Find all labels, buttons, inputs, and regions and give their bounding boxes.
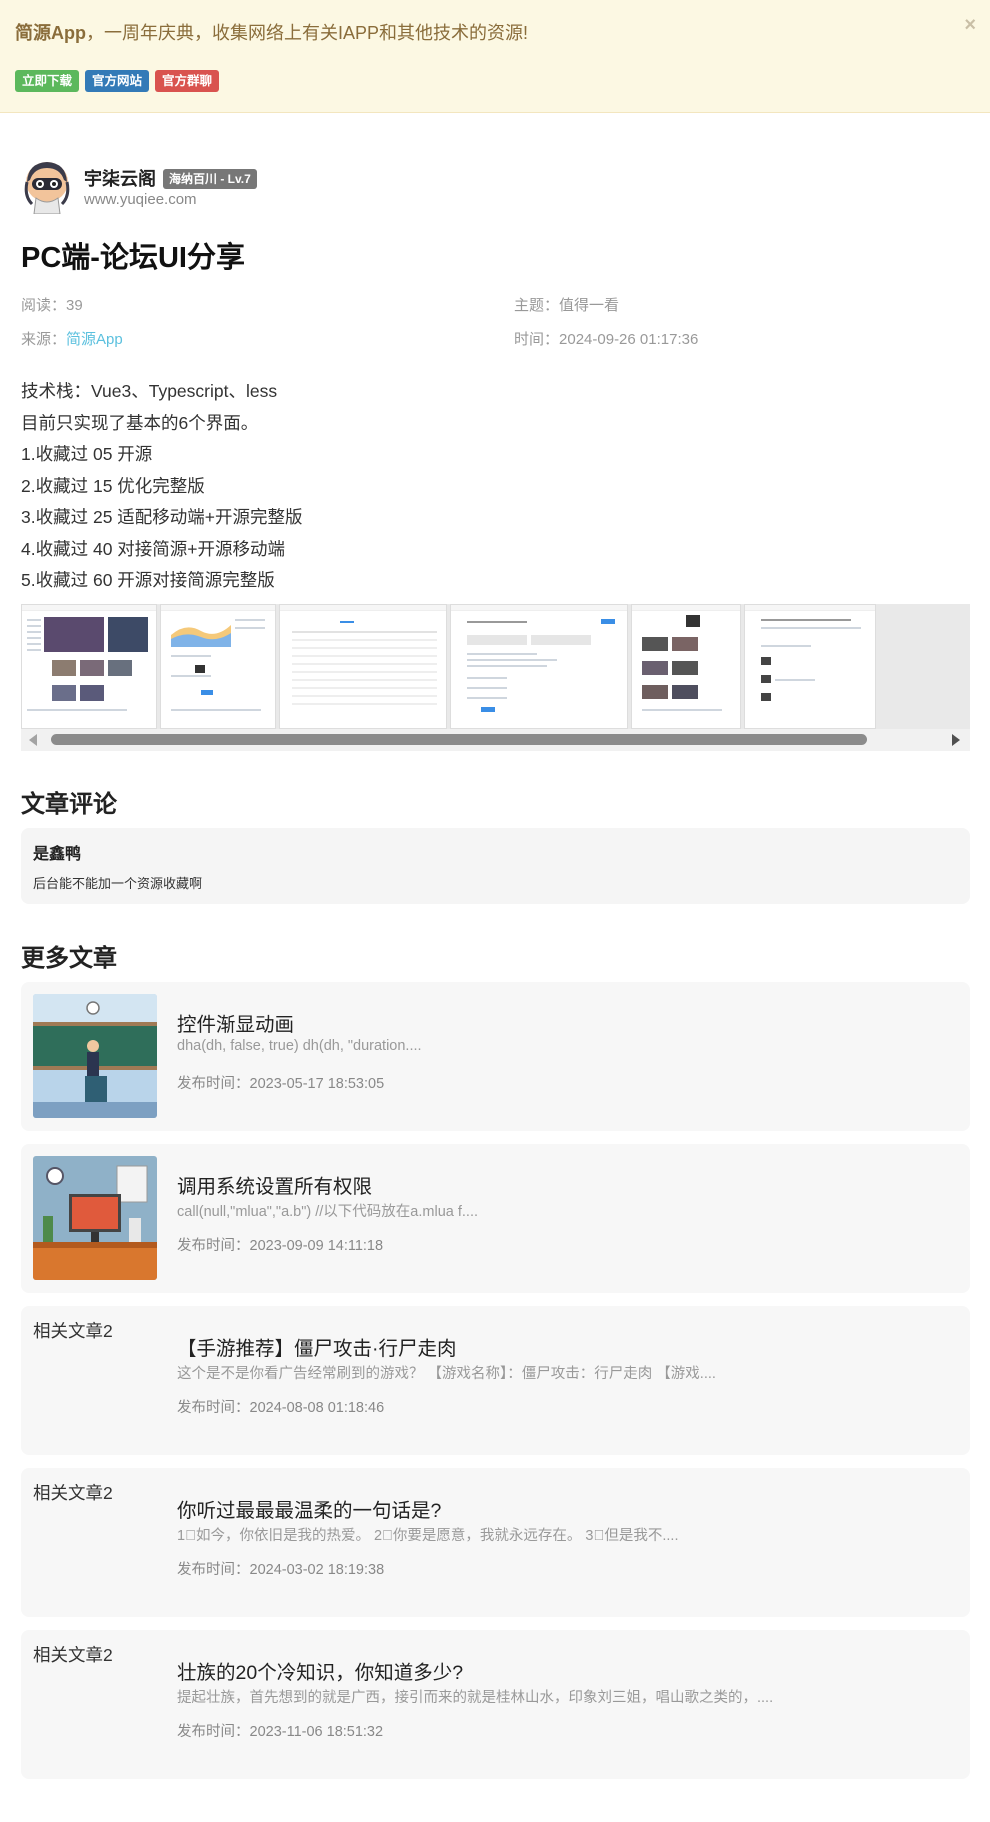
content-line: 2.收藏过 15 优化完整版 <box>21 475 205 496</box>
screenshot-thumbnail[interactable] <box>744 604 876 729</box>
download-button[interactable]: 立即下载 <box>15 70 80 92</box>
article-card-date: 发布时间：2023-05-17 18:53:05 <box>177 1072 384 1093</box>
meta-reads-label: 阅读： <box>21 297 67 314</box>
group-chat-button[interactable]: 官方群聊 <box>155 70 220 92</box>
meta-source-label: 来源： <box>21 331 67 348</box>
article-card-desc: 这个是不是你看广告经常刷到的游戏？ 【游戏名称】：僵尸攻击：行尸走肉 【游戏..… <box>177 1366 716 1382</box>
date-value: 2023-05-17 18:53:05 <box>249 1076 385 1092</box>
meta-reads-value: 39 <box>66 297 83 314</box>
date-value: 2024-03-02 18:19:38 <box>249 1562 385 1578</box>
article-card-desc: 提起壮族，首先想到的就是广西，接引而来的就是桂林山水，印象刘三姐，唱山歌之类的，… <box>177 1690 774 1706</box>
date-label: 发布时间： <box>177 1238 250 1254</box>
date-value: 2024-08-08 01:18:46 <box>249 1400 385 1416</box>
meta-topic-label: 主题： <box>514 297 560 314</box>
author-info: 宇柒云阁 海纳百川 - Lv.7 www.yuqiee.com <box>24 160 424 216</box>
meta-time: 时间：2024-09-26 01:17:36 <box>514 328 698 349</box>
meta-topic: 主题：值得一看 <box>514 294 619 315</box>
article-thumbnail[interactable] <box>33 994 157 1118</box>
gallery-scrollbar[interactable] <box>21 729 970 751</box>
avatar[interactable] <box>24 160 70 214</box>
source-link[interactable]: 简源App <box>66 331 123 348</box>
article-card[interactable]: 调用系统设置所有权限 call(null,"mlua","a.b") //以下代… <box>21 1144 970 1293</box>
article-card-desc: 1⃣如今，你依旧是我的热爱。 2⃣你要是愿意，我就永远存在。 3⃣但是我不...… <box>177 1528 679 1544</box>
article-card-title[interactable]: 壮族的20个冷知识，你知道多少? <box>177 1656 463 1685</box>
date-label: 发布时间： <box>177 1724 250 1740</box>
comments-heading: 文章评论 <box>21 791 117 818</box>
banner-text: 简源App，一周年庆典，收集网络上有关IAPP和其他技术的资源! <box>15 19 528 45</box>
content-line: 目前只实现了基本的6个界面。 <box>21 412 259 433</box>
more-articles-heading: 更多文章 <box>21 945 117 972</box>
meta-reads: 阅读：39 <box>21 294 83 315</box>
article-card-title[interactable]: 控件渐显动画 <box>177 1008 294 1037</box>
article-card[interactable]: 相关文章2 壮族的20个冷知识，你知道多少? 提起壮族，首先想到的就是广西，接引… <box>21 1630 970 1779</box>
banner-buttons: 立即下载 官方网站 官方群聊 <box>15 70 220 92</box>
date-value: 2023-09-09 14:11:18 <box>249 1238 384 1254</box>
date-label: 发布时间： <box>177 1562 250 1578</box>
scroll-right-icon[interactable] <box>952 734 960 746</box>
article-card-desc: dha(dh, false, true) dh(dh, "duration...… <box>177 1038 422 1054</box>
date-value: 2023-11-06 18:51:32 <box>249 1724 384 1740</box>
broken-image-alt[interactable]: 相关文章2 <box>33 1480 157 1506</box>
scroll-left-icon[interactable] <box>29 734 37 746</box>
article-card-date: 发布时间：2024-08-08 01:18:46 <box>177 1396 384 1417</box>
level-badge: 海纳百川 - Lv.7 <box>163 169 257 189</box>
content-line: 1.收藏过 05 开源 <box>21 444 153 464</box>
broken-image-alt[interactable]: 相关文章2 <box>33 1318 157 1344</box>
banner-message: ，一周年庆典，收集网络上有关IAPP和其他技术的资源! <box>86 23 529 43</box>
article-title: PC端-论坛UI分享 <box>21 242 245 274</box>
scrollbar-thumb[interactable] <box>51 734 867 745</box>
article-thumbnail[interactable] <box>33 1156 157 1280</box>
official-site-button[interactable]: 官方网站 <box>85 70 150 92</box>
comment-username[interactable]: 是鑫鸭 <box>33 840 81 864</box>
announcement-banner: 简源App，一周年庆典，收集网络上有关IAPP和其他技术的资源! × 立即下载 … <box>0 0 990 113</box>
date-label: 发布时间： <box>177 1400 250 1416</box>
banner-brand: 简源App <box>15 23 86 43</box>
article-card-title[interactable]: 【手游推荐】僵尸攻击·行尸走肉 <box>177 1332 457 1361</box>
article-card-date: 发布时间：2023-09-09 14:11:18 <box>177 1234 383 1255</box>
article-card-date: 发布时间：2023-11-06 18:51:32 <box>177 1720 383 1741</box>
screenshot-thumbnail[interactable] <box>279 604 447 729</box>
meta-time-value: 2024-09-26 01:17:36 <box>559 331 699 348</box>
comment-item: 是鑫鸭 后台能不能加一个资源收藏啊 <box>21 828 970 904</box>
gallery-thumbnails <box>21 604 970 729</box>
screenshot-thumbnail[interactable] <box>21 604 157 729</box>
screenshot-gallery[interactable] <box>21 604 970 751</box>
screenshot-thumbnail[interactable] <box>160 604 276 729</box>
article-content: 技术栈：Vue3、Typescript、less 目前只实现了基本的6个界面。 … <box>21 376 303 597</box>
article-card-date: 发布时间：2024-03-02 18:19:38 <box>177 1558 384 1579</box>
content-line: 5.收藏过 60 开源对接简源完整版 <box>21 570 275 590</box>
article-card[interactable]: 控件渐显动画 dha(dh, false, true) dh(dh, "dura… <box>21 982 970 1131</box>
screenshot-thumbnail[interactable] <box>450 604 628 729</box>
content-line: 3.收藏过 25 适配移动端+开源完整版 <box>21 507 303 527</box>
article-card[interactable]: 相关文章2 你听过最最最温柔的一句话是? 1⃣如今，你依旧是我的热爱。 2⃣你要… <box>21 1468 970 1617</box>
author-website[interactable]: www.yuqiee.com <box>84 191 197 208</box>
meta-topic-value: 值得一看 <box>559 297 620 314</box>
content-line: 4.收藏过 40 对接简源+开源移动端 <box>21 538 286 559</box>
meta-source: 来源：简源App <box>21 328 123 349</box>
article-card-title[interactable]: 调用系统设置所有权限 <box>177 1170 372 1199</box>
close-icon[interactable]: × <box>964 14 976 37</box>
meta-time-label: 时间： <box>514 331 560 348</box>
article-card-desc: call(null,"mlua","a.b") //以下代码放在a.mlua f… <box>177 1204 478 1220</box>
date-label: 发布时间： <box>177 1076 250 1092</box>
broken-image-alt[interactable]: 相关文章2 <box>33 1642 157 1668</box>
content-line: 技术栈：Vue3、Typescript、less <box>21 381 278 401</box>
article-card-title[interactable]: 你听过最最最温柔的一句话是? <box>177 1494 441 1523</box>
screenshot-thumbnail[interactable] <box>631 604 741 729</box>
article-card[interactable]: 相关文章2 【手游推荐】僵尸攻击·行尸走肉 这个是不是你看广告经常刷到的游戏？ … <box>21 1306 970 1455</box>
comment-text: 后台能不能加一个资源收藏啊 <box>33 876 203 891</box>
author-name[interactable]: 宇柒云阁 <box>84 165 156 191</box>
